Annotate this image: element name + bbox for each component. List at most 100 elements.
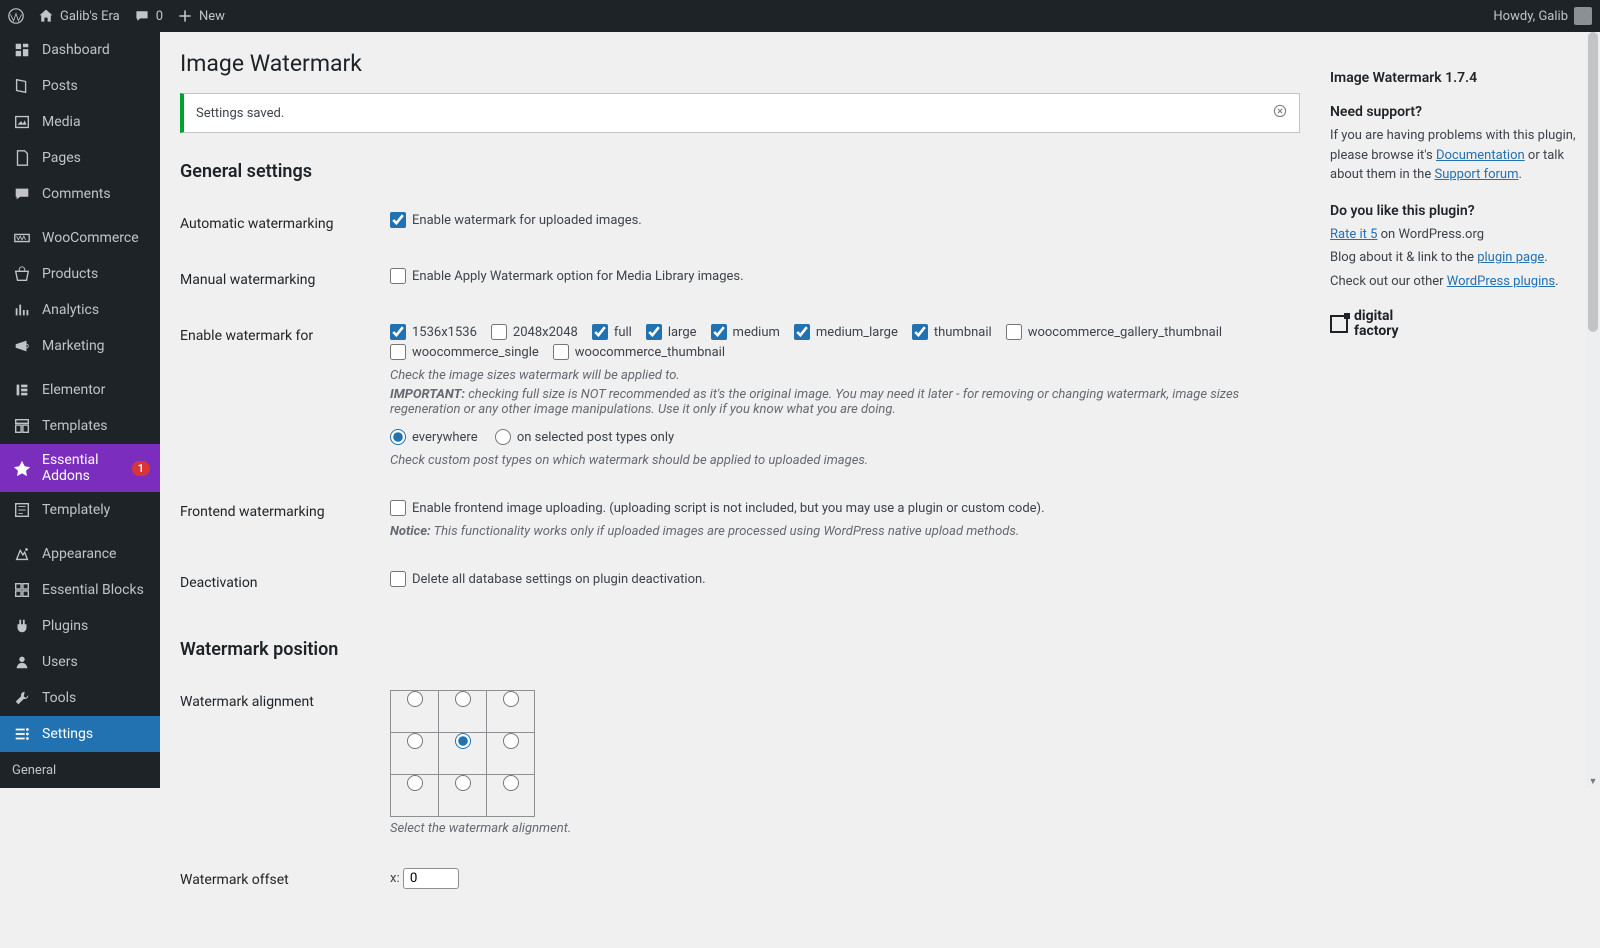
- frontend-watermarking-option[interactable]: Enable frontend image uploading. (upload…: [390, 500, 1045, 516]
- scroll-down-arrow[interactable]: ▼: [1586, 776, 1600, 788]
- alignment-cell-6[interactable]: [391, 775, 439, 817]
- sidebar-item-essential-addons[interactable]: Essential Addons1: [0, 444, 160, 492]
- size-checkbox-woocommerce_gallery_thumbnail[interactable]: [1006, 324, 1022, 340]
- watermark-offset-label: Watermark offset: [180, 852, 380, 908]
- settings-sub-general[interactable]: General: [0, 758, 160, 783]
- alignment-radio-7[interactable]: [455, 775, 471, 791]
- size-option-woocommerce_single[interactable]: woocommerce_single: [390, 344, 539, 360]
- alignment-cell-8[interactable]: [487, 775, 535, 817]
- sidebar-item-label: Dashboard: [42, 42, 150, 58]
- scope-selected-option[interactable]: on selected post types only: [495, 429, 674, 445]
- new-link[interactable]: New: [177, 8, 225, 24]
- size-option-full[interactable]: full: [592, 324, 632, 340]
- deactivation-checkbox[interactable]: [390, 571, 406, 587]
- alignment-cell-4[interactable]: [439, 733, 487, 775]
- notice-dismiss-button[interactable]: [1273, 104, 1287, 122]
- wp-logo[interactable]: [8, 8, 24, 24]
- size-checkbox-large[interactable]: [646, 324, 662, 340]
- alignment-cell-5[interactable]: [487, 733, 535, 775]
- support-text: If you are having problems with this plu…: [1330, 126, 1580, 185]
- sidebar-item-marketing[interactable]: Marketing: [0, 328, 160, 364]
- sidebar-item-templates[interactable]: Templates: [0, 408, 160, 444]
- size-checkbox-woocommerce_single[interactable]: [390, 344, 406, 360]
- alignment-cell-3[interactable]: [391, 733, 439, 775]
- scope-everywhere-option[interactable]: everywhere: [390, 429, 478, 445]
- size-checkbox-woocommerce_thumbnail[interactable]: [553, 344, 569, 360]
- alignment-radio-2[interactable]: [503, 691, 519, 707]
- plugins-icon: [12, 616, 32, 636]
- sidebar-item-woocommerce[interactable]: WooCommerce: [0, 220, 160, 256]
- rate-link[interactable]: Rate it 5: [1330, 227, 1377, 242]
- alignment-cell-2[interactable]: [487, 691, 535, 733]
- offset-x-input[interactable]: [403, 868, 459, 889]
- comments-link[interactable]: 0: [134, 8, 163, 24]
- size-checkbox-2048x2048[interactable]: [491, 324, 507, 340]
- alignment-cell-7[interactable]: [439, 775, 487, 817]
- sidebar-item-essential-blocks[interactable]: Essential Blocks: [0, 572, 160, 608]
- settings-sub-writing[interactable]: Writing: [0, 783, 160, 788]
- scrollbar-thumb[interactable]: [1588, 32, 1598, 332]
- sidebar-item-analytics[interactable]: Analytics: [0, 292, 160, 328]
- appearance-icon: [12, 544, 32, 564]
- sidebar-item-label: Products: [42, 266, 150, 282]
- sidebar-item-settings[interactable]: Settings: [0, 716, 160, 752]
- sidebar-item-templately[interactable]: Templately: [0, 492, 160, 528]
- scrollbar[interactable]: ▲ ▼: [1586, 32, 1600, 788]
- woocommerce-icon: [12, 228, 32, 248]
- scope-selected-radio[interactable]: [495, 429, 511, 445]
- sidebar-item-appearance[interactable]: Appearance: [0, 536, 160, 572]
- alignment-cell-0[interactable]: [391, 691, 439, 733]
- manual-watermarking-checkbox[interactable]: [390, 268, 406, 284]
- sidebar-item-users[interactable]: Users: [0, 644, 160, 680]
- alignment-radio-0[interactable]: [407, 691, 423, 707]
- size-option-1536x1536[interactable]: 1536x1536: [390, 324, 477, 340]
- sidebar-item-comments[interactable]: Comments: [0, 176, 160, 212]
- size-option-medium[interactable]: medium: [711, 324, 780, 340]
- size-checkbox-medium[interactable]: [711, 324, 727, 340]
- blog-text: Blog about it & link to the plugin page.: [1330, 248, 1580, 268]
- sidebar-item-media[interactable]: Media: [0, 104, 160, 140]
- sidebar-item-plugins[interactable]: Plugins: [0, 608, 160, 644]
- sidebar-item-elementor[interactable]: Elementor: [0, 372, 160, 408]
- rate-text: Rate it 5 on WordPress.org: [1330, 225, 1580, 245]
- alignment-cell-1[interactable]: [439, 691, 487, 733]
- wordpress-icon: [8, 8, 24, 24]
- size-option-large[interactable]: large: [646, 324, 697, 340]
- sidebar-item-products[interactable]: Products: [0, 256, 160, 292]
- sidebar-item-posts[interactable]: Posts: [0, 68, 160, 104]
- plugin-page-link[interactable]: plugin page: [1477, 250, 1544, 265]
- automatic-watermarking-checkbox[interactable]: [390, 212, 406, 228]
- new-label: New: [199, 9, 225, 24]
- automatic-watermarking-option[interactable]: Enable watermark for uploaded images.: [390, 212, 642, 228]
- scope-everywhere-radio[interactable]: [390, 429, 406, 445]
- size-checkbox-thumbnail[interactable]: [912, 324, 928, 340]
- sidebar-item-tools[interactable]: Tools: [0, 680, 160, 716]
- sidebar-item-label: Templately: [42, 502, 150, 518]
- site-name-link[interactable]: Galib's Era: [38, 8, 120, 24]
- sidebar-item-dashboard[interactable]: Dashboard: [0, 32, 160, 68]
- size-checkbox-full[interactable]: [592, 324, 608, 340]
- frontend-watermarking-checkbox[interactable]: [390, 500, 406, 516]
- size-option-thumbnail[interactable]: thumbnail: [912, 324, 992, 340]
- sidebar-item-pages[interactable]: Pages: [0, 140, 160, 176]
- deactivation-option[interactable]: Delete all database settings on plugin d…: [390, 571, 706, 587]
- size-option-woocommerce_thumbnail[interactable]: woocommerce_thumbnail: [553, 344, 725, 360]
- alignment-radio-1[interactable]: [455, 691, 471, 707]
- checkout-text: Check out our other WordPress plugins.: [1330, 272, 1580, 292]
- deactivation-label: Deactivation: [180, 555, 380, 611]
- alignment-radio-5[interactable]: [503, 733, 519, 749]
- size-option-medium_large[interactable]: medium_large: [794, 324, 898, 340]
- howdy-link[interactable]: Howdy, Galib: [1493, 7, 1592, 25]
- size-option-woocommerce_gallery_thumbnail[interactable]: woocommerce_gallery_thumbnail: [1006, 324, 1222, 340]
- manual-watermarking-option[interactable]: Enable Apply Watermark option for Media …: [390, 268, 744, 284]
- documentation-link[interactable]: Documentation: [1436, 148, 1525, 163]
- alignment-radio-8[interactable]: [503, 775, 519, 791]
- support-forum-link[interactable]: Support forum: [1434, 167, 1518, 182]
- alignment-radio-3[interactable]: [407, 733, 423, 749]
- size-checkbox-1536x1536[interactable]: [390, 324, 406, 340]
- wp-plugins-link[interactable]: WordPress plugins: [1447, 274, 1555, 289]
- size-checkbox-medium_large[interactable]: [794, 324, 810, 340]
- alignment-radio-4[interactable]: [455, 733, 471, 749]
- size-option-2048x2048[interactable]: 2048x2048: [491, 324, 578, 340]
- alignment-radio-6[interactable]: [407, 775, 423, 791]
